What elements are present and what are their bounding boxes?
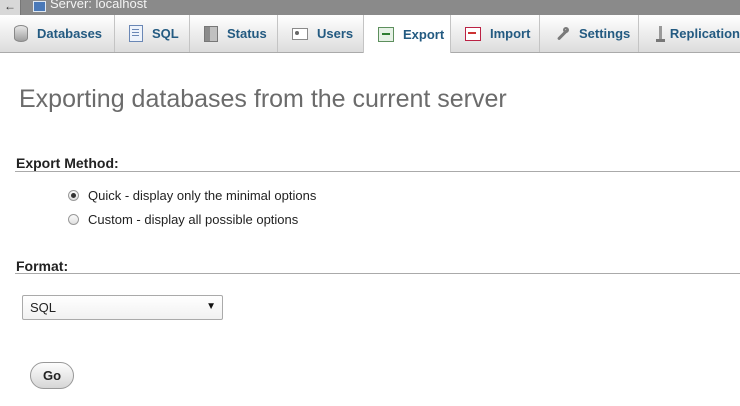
back-arrow-icon[interactable]: ← [0,0,21,15]
custom-export-option[interactable]: Custom - display all possible options [68,212,298,227]
server-breadcrumb-bar: ← Server: localhost [0,0,740,15]
tab-settings[interactable]: Settings [540,15,639,52]
import-icon [465,26,481,41]
tab-label: Settings [579,26,631,41]
quick-export-label[interactable]: Quick - display only the minimal options [88,188,316,203]
custom-export-radio[interactable] [68,214,79,225]
section-divider [15,171,740,172]
go-button[interactable]: Go [30,362,74,389]
section-divider [15,273,740,274]
format-heading: Format: [16,258,69,274]
replication-icon [653,25,665,42]
quick-export-option[interactable]: Quick - display only the minimal options [68,188,316,203]
settings-icon [554,26,570,42]
tab-import[interactable]: Import [451,15,540,52]
format-selected-value: SQL [30,300,57,315]
tab-label: Replication [669,26,740,41]
tab-users[interactable]: Users [278,15,364,52]
server-breadcrumb[interactable]: Server: localhost [50,0,147,11]
server-icon [33,1,46,12]
main-tab-bar: Databases SQL Status Users Export Import… [0,15,740,53]
tab-label: SQL [152,26,179,41]
export-icon [378,26,394,42]
quick-export-radio[interactable] [68,190,79,201]
tab-export[interactable]: Export [363,15,451,53]
tab-sql[interactable]: SQL [115,15,190,52]
tab-label: Databases [37,26,103,41]
tab-databases[interactable]: Databases [0,15,115,52]
tab-label: Export [403,26,445,42]
tab-label: Import [490,26,531,41]
tab-replication[interactable]: Replication [639,15,740,52]
tab-label: Status [227,26,267,41]
tab-label: Users [317,26,354,41]
sql-icon [129,25,143,42]
databases-icon [14,25,28,42]
tab-status[interactable]: Status [190,15,278,52]
users-icon [292,27,308,40]
page-title: Exporting databases from the current ser… [19,85,507,113]
custom-export-label[interactable]: Custom - display all possible options [88,212,298,227]
status-icon [204,25,218,42]
format-select[interactable]: SQL ▼ [22,295,223,320]
export-method-heading: Export Method: [16,155,119,171]
dropdown-arrow-icon: ▼ [206,301,216,312]
